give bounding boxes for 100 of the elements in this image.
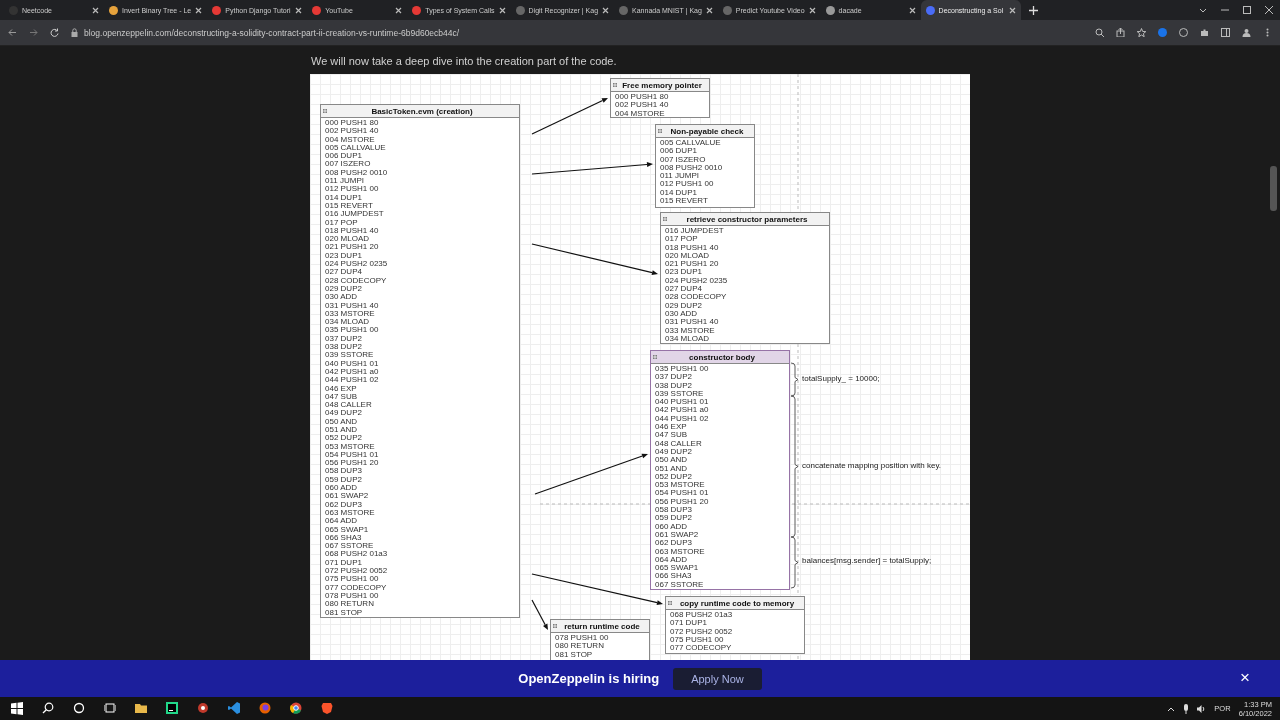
close-icon[interactable]	[395, 6, 403, 14]
opcode-line: 034 MLOAD	[325, 318, 371, 327]
collapse-icon[interactable]	[613, 83, 617, 87]
opcode-line: 044 PUSH1 02	[655, 414, 710, 424]
code-block[interactable]: copy runtime code to memory 068 PUSH2 01a3 071 DUP1 072 PUSH2 0052 075 PUSH1 00 077 CODECOPY	[665, 596, 805, 654]
close-icon[interactable]	[908, 6, 916, 14]
apply-now-button[interactable]: Apply Now	[673, 667, 762, 690]
opcode-line: 075 PUSH1 00	[325, 575, 380, 584]
shield-icon[interactable]	[321, 702, 333, 715]
app-icon[interactable]	[197, 702, 209, 715]
code-editor-icon[interactable]	[228, 702, 240, 715]
back-icon[interactable]	[8, 28, 17, 37]
chevron-up-icon[interactable]	[1167, 705, 1176, 712]
collapse-icon[interactable]	[668, 601, 672, 605]
opcode-line: 067 SSTORE	[325, 542, 375, 551]
opcode-line: 047 SUB	[325, 392, 359, 402]
maximize-icon[interactable]	[1242, 5, 1252, 15]
share-icon[interactable]	[1116, 28, 1125, 37]
close-icon[interactable]	[1264, 5, 1274, 15]
close-button[interactable]: ×	[1240, 669, 1250, 687]
scrollbar-thumb[interactable]	[1270, 166, 1277, 211]
opcode-line: 029 DUP2	[665, 301, 703, 310]
app-icon[interactable]	[166, 702, 178, 715]
opcode-line: 028 CODECOPY	[325, 276, 388, 285]
close-icon[interactable]	[602, 6, 610, 14]
close-icon[interactable]	[295, 6, 303, 14]
close-icon[interactable]	[808, 6, 816, 14]
opcode-line: 014 DUP1	[660, 188, 698, 198]
zoom-icon[interactable]	[1095, 28, 1104, 37]
collapse-icon[interactable]	[553, 624, 557, 628]
opcode-line: 015 REVERT	[660, 197, 709, 206]
opcode-line: 023 DUP1	[665, 268, 703, 277]
opcode-line: 048 CALLER	[325, 401, 373, 410]
forward-icon[interactable]	[29, 28, 38, 37]
close-icon[interactable]	[498, 6, 506, 14]
code-block[interactable]: Free memory pointer 000 PUSH1 80 002 PUSH1 40 004 MSTORE	[610, 78, 710, 118]
close-icon[interactable]	[92, 6, 99, 14]
block-title: BasicToken.evm (creation)	[370, 106, 474, 116]
opcode-line: 024 PUSH2 0235	[665, 276, 729, 286]
opcode-line: 051 AND	[655, 464, 689, 473]
opcode-line: 051 AND	[325, 426, 359, 435]
code-block[interactable]: Non-payable check 005 CALLVALUE 006 DUP1 007 ISZERO 008 PUSH2 0010 011 JUMPI 012 PUSH1 00 014 DUP1 015 REVERT	[655, 124, 755, 208]
search-icon[interactable]	[42, 702, 54, 715]
collapse-icon[interactable]	[663, 217, 667, 221]
sidebar-icon[interactable]	[1221, 28, 1230, 37]
new-tab-icon[interactable]	[1028, 6, 1038, 15]
opcode-line: 005 CALLVALUE	[325, 143, 387, 153]
opcode-line: 028 CODECOPY	[665, 293, 728, 302]
opcode-line: 024 PUSH2 0235	[325, 260, 389, 269]
opcode-line: 021 PUSH1 20	[325, 243, 380, 252]
opcode-line: 016 JUMPDEST	[665, 227, 725, 236]
opcode-line: 080 RETURN	[325, 600, 375, 609]
opcode-line: 063 MSTORE	[325, 508, 376, 518]
close-icon[interactable]	[705, 6, 713, 14]
extension-icon[interactable]	[1179, 28, 1188, 37]
circle-icon[interactable]	[73, 702, 85, 715]
opcode-line: 058 DUP3	[325, 467, 363, 476]
collapse-icon[interactable]	[658, 129, 662, 133]
opcode-line: 049 DUP2	[325, 409, 363, 418]
collapse-icon[interactable]	[653, 355, 657, 359]
folder-icon[interactable]	[135, 702, 147, 715]
reload-icon[interactable]	[50, 28, 59, 37]
speaker-icon[interactable]	[1197, 704, 1207, 713]
article-paragraph: We will now take a deep dive into the creation part of the code.	[311, 55, 617, 67]
code-block[interactable]: retrieve constructor parameters 016 JUMPDEST 017 POP 018 PUSH1 40 020 MLOAD 021 PUSH1 20 023 DUP1 024 PUSH2 0235 027 DUP4 028 CODECOPY 029 DUP2 030 ADD 031 PUSH1 40 033 MSTORE 034 MLOAD	[660, 212, 830, 344]
extension-icon[interactable]	[1158, 28, 1167, 37]
opcode-line: 004 MSTORE	[325, 135, 376, 144]
code-block[interactable]	[320, 104, 520, 618]
opcode-line: 071 DUP1	[325, 558, 363, 568]
opcode-line: 033 MSTORE	[665, 326, 716, 335]
opcode-line: 064 ADD	[325, 517, 359, 526]
annotation: balances[msg.sender] = totalSupply;	[802, 556, 932, 565]
opcode-line: 035 PUSH1 00	[325, 326, 380, 335]
opcode-line: 037 DUP2	[655, 373, 693, 382]
opcode-line: 071 DUP1	[670, 619, 708, 628]
opcode-line: 039 SSTORE	[655, 389, 705, 399]
favicon-icon	[825, 5, 835, 15]
opcode-line: 031 PUSH1 40	[325, 301, 380, 310]
task-view-icon[interactable]	[104, 702, 116, 715]
opcode-line: 029 DUP2	[325, 284, 363, 294]
profile-icon[interactable]	[1242, 28, 1251, 37]
opcode-line: 011 JUMPI	[325, 177, 365, 186]
collapse-icon[interactable]	[323, 109, 327, 113]
windows-icon[interactable]	[11, 702, 23, 715]
favicon-icon	[619, 5, 629, 15]
url-text[interactable]: blog.openzeppelin.com/deconstructing-a-solidity-contract-part-ii-creation-vs-runtime-6b9d60ecb44c/	[84, 27, 460, 38]
close-icon[interactable]	[1008, 6, 1016, 14]
opcode-line: 054 PUSH1 01	[655, 489, 710, 498]
block-title: Non-payable check	[669, 126, 745, 136]
opcode-line: 053 MSTORE	[325, 442, 376, 451]
code-block[interactable]: return runtime code 078 PUSH1 00 080 RETURN 081 STOP	[550, 619, 650, 660]
opcode-line: 064 ADD	[655, 555, 689, 565]
star-icon[interactable]	[1137, 28, 1146, 37]
browser-icon[interactable]	[290, 702, 302, 715]
opcode-line: 038 DUP2	[325, 343, 363, 352]
code-block[interactable]	[650, 350, 790, 590]
opcode-line: 012 PUSH1 00	[660, 180, 715, 189]
opcode-line: 058 DUP3	[655, 506, 693, 515]
favicon-icon	[212, 5, 222, 15]
close-icon[interactable]	[195, 6, 203, 14]
